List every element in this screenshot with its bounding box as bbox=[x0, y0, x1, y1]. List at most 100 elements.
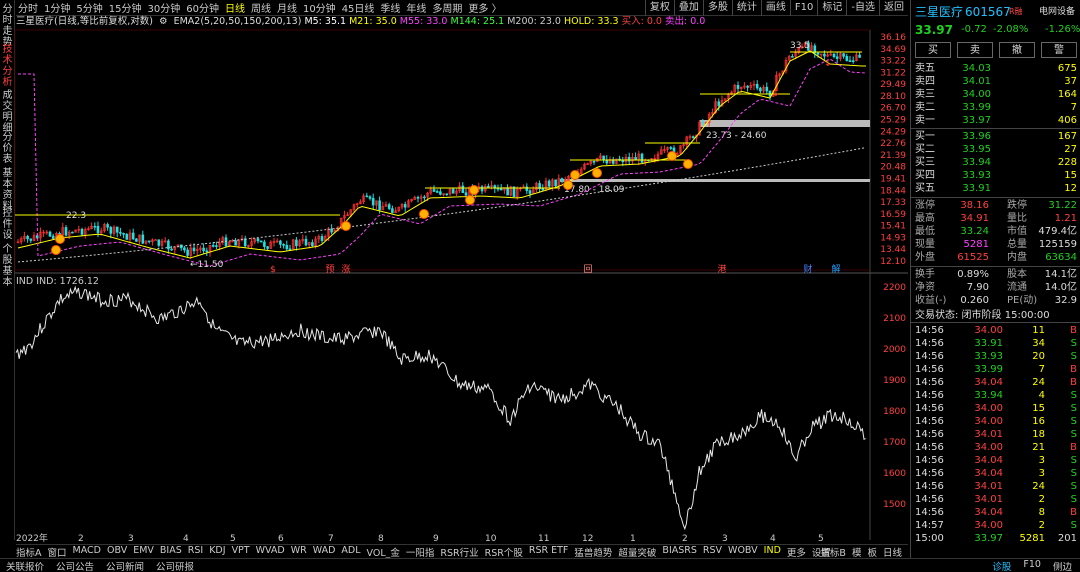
indicator-tab-5[interactable]: BIAS bbox=[160, 545, 182, 559]
cancel-order-button[interactable]: 撤 bbox=[999, 42, 1035, 58]
candle-body bbox=[755, 83, 759, 89]
ask-row[interactable]: 卖一 33.97 406 bbox=[911, 114, 1080, 127]
ask-price: 34.03 bbox=[962, 63, 991, 74]
ask-price: 34.00 bbox=[962, 89, 991, 100]
indicator-tab-3[interactable]: OBV bbox=[107, 545, 127, 559]
stat-label: 外盘 bbox=[915, 252, 935, 263]
status-link-1[interactable]: 公司公告 bbox=[56, 559, 94, 572]
indicator-tab-10[interactable]: WR bbox=[291, 545, 307, 559]
indicator-tab-14[interactable]: 一阳指 bbox=[406, 545, 435, 559]
tick-volume: 11 bbox=[1032, 325, 1045, 336]
tick-time: 14:56 bbox=[915, 468, 944, 479]
indicator-tab-6[interactable]: RSI bbox=[188, 545, 203, 559]
indicator-right-tab-2[interactable]: 板 bbox=[867, 545, 877, 559]
bid-row[interactable]: 买一 33.96 167 bbox=[911, 130, 1080, 143]
status-link-0[interactable]: 关联报价 bbox=[6, 559, 44, 572]
tick-price: 34.01 bbox=[974, 481, 1003, 492]
indicator-tab-22[interactable]: WOBV bbox=[728, 545, 758, 559]
status-right-1[interactable]: F10 bbox=[1023, 559, 1041, 572]
candle-body bbox=[115, 226, 119, 233]
indicator-right-tab-0[interactable]: 指标B bbox=[820, 545, 846, 559]
indicator-axis-label: 1600 bbox=[883, 469, 906, 479]
stat-row: 收益(-) 0.260 PE(动) 32.9 bbox=[911, 294, 1080, 307]
indicator-tab-19[interactable]: 超量突破 bbox=[618, 545, 656, 559]
candle-body bbox=[256, 238, 260, 242]
bid-row[interactable]: 买三 33.94 228 bbox=[911, 156, 1080, 169]
candle-body bbox=[64, 227, 68, 236]
ma-line-yellow bbox=[17, 50, 866, 259]
candle-body bbox=[215, 245, 218, 247]
bid-row[interactable]: 买二 33.95 27 bbox=[911, 143, 1080, 156]
signal-marker-2 bbox=[341, 221, 351, 231]
indicator-tab-1[interactable]: 窗口 bbox=[48, 545, 67, 559]
indicator-tab-21[interactable]: RSV bbox=[703, 545, 722, 559]
ask-row[interactable]: 卖五 34.03 675 bbox=[911, 62, 1080, 75]
indicator-tab-23[interactable]: IND bbox=[764, 545, 781, 559]
tick-time: 14:56 bbox=[915, 455, 944, 466]
candle-body bbox=[621, 160, 625, 163]
indicator-tab-16[interactable]: RSR个股 bbox=[485, 545, 523, 559]
indicator-tab-8[interactable]: VPT bbox=[232, 545, 250, 559]
zone-label-1: 23.73 - 24.60 bbox=[706, 131, 767, 141]
alert-button[interactable]: 警 bbox=[1041, 42, 1077, 58]
candle-body bbox=[451, 188, 455, 194]
candle-body bbox=[746, 85, 749, 88]
indicator-right-tab-3[interactable]: 日线 bbox=[883, 545, 902, 559]
tick-price: 34.01 bbox=[974, 429, 1003, 440]
indicator-tab-17[interactable]: RSR ETF bbox=[529, 545, 569, 559]
indicator-tab-2[interactable]: MACD bbox=[73, 545, 101, 559]
kline-chart[interactable]: 36.16 34.69 33.2231.22 29.49 28.10 26.70 25.29… bbox=[0, 0, 910, 545]
bid-price: 33.96 bbox=[962, 131, 991, 142]
tick-time: 14:56 bbox=[915, 377, 944, 388]
indicator-tab-15[interactable]: RSR行业 bbox=[440, 545, 478, 559]
tick-row: 14:56 34.01 18 S bbox=[911, 428, 1080, 441]
bid-label: 买二 bbox=[915, 144, 935, 155]
indicator-tab-11[interactable]: WAD bbox=[313, 545, 336, 559]
indicator-tab-9[interactable]: WVAD bbox=[256, 545, 285, 559]
status-right-0[interactable]: 诊股 bbox=[992, 559, 1011, 572]
candle-body bbox=[439, 191, 442, 195]
ask-label: 卖四 bbox=[915, 76, 935, 87]
margin-tag: R融 bbox=[1009, 7, 1023, 16]
indicator-tab-0[interactable]: 指标A bbox=[16, 545, 42, 559]
buy-button[interactable]: 买 bbox=[915, 42, 951, 58]
indicator-tab-4[interactable]: EMV bbox=[133, 545, 154, 559]
indicator-tab-20[interactable]: BIASRS bbox=[662, 545, 696, 559]
candle-body bbox=[499, 188, 503, 191]
indicator-tab-13[interactable]: VOL_金 bbox=[367, 545, 400, 559]
candle-body bbox=[378, 200, 381, 211]
event-marker-2: 涨 bbox=[341, 264, 350, 275]
price-axis-label: 29.49 bbox=[880, 80, 906, 90]
ask-label: 卖三 bbox=[915, 89, 935, 100]
ask-row[interactable]: 卖二 33.99 7 bbox=[911, 101, 1080, 114]
ask-row[interactable]: 卖四 34.01 37 bbox=[911, 75, 1080, 88]
candle-body bbox=[432, 189, 436, 192]
date-axis-label: 4 bbox=[770, 534, 776, 544]
tick-row: 14:56 34.00 16 S bbox=[911, 415, 1080, 428]
indicator-tab-7[interactable]: KDJ bbox=[209, 545, 225, 559]
candle-body bbox=[832, 53, 836, 58]
candle-body bbox=[640, 153, 644, 163]
bid-row[interactable]: 买四 33.93 15 bbox=[911, 169, 1080, 182]
tick-row: 14:56 34.00 15 S bbox=[911, 402, 1080, 415]
candle-body bbox=[119, 231, 122, 234]
indicator-tab-12[interactable]: ADL bbox=[341, 545, 360, 559]
status-right-2[interactable]: 侧边 bbox=[1053, 559, 1072, 572]
candle-body bbox=[464, 192, 468, 196]
tick-side: S bbox=[1070, 338, 1077, 349]
tick-volume: 2 bbox=[1038, 520, 1045, 531]
indicator-right-tab-1[interactable]: 模 bbox=[852, 545, 862, 559]
stat-value: 125159 bbox=[1038, 239, 1077, 250]
candle-body bbox=[192, 247, 196, 252]
app-window: 分时走势 技术分析 成交明细 分价表 基本资料 控件设 个股基本 分时 1分钟 5分钟 15分钟 3… bbox=[0, 0, 1080, 572]
date-axis-label: 9 bbox=[433, 534, 439, 544]
indicator-tab-24[interactable]: 更多 bbox=[787, 545, 806, 559]
sector-name[interactable]: 电网设备 bbox=[1039, 4, 1075, 20]
candle-body bbox=[29, 238, 33, 241]
indicator-tab-18[interactable]: 猛兽趋势 bbox=[574, 545, 612, 559]
sell-button[interactable]: 卖 bbox=[957, 42, 993, 58]
bid-row[interactable]: 买五 33.91 12 bbox=[911, 182, 1080, 195]
status-link-3[interactable]: 公司研报 bbox=[156, 559, 194, 572]
status-link-2[interactable]: 公司新闻 bbox=[106, 559, 144, 572]
ask-row[interactable]: 卖三 34.00 164 bbox=[911, 88, 1080, 101]
